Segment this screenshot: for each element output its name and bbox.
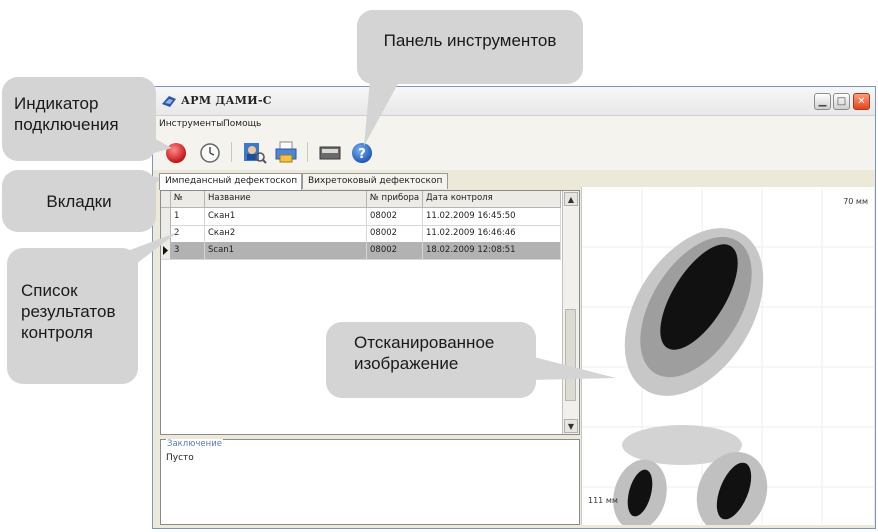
scale-label-bottom: 111 мм [588, 496, 618, 505]
tab-eddy-current-defectoscope[interactable]: Вихретоковый дефектоскоп [302, 173, 448, 189]
callout-toolbar: Панель инструментов [357, 10, 583, 84]
menu-tools[interactable]: Инструменты [159, 119, 223, 129]
table-row-selected[interactable]: 3 Scan1 08002 18.02.2009 12:08:51 [161, 242, 561, 260]
results-table: № Название № прибора Дата контроля 1 Ска… [160, 190, 580, 435]
column-header-date[interactable]: Дата контроля [423, 191, 561, 207]
cell-device: 08002 [367, 242, 423, 259]
column-header-number[interactable]: № [171, 191, 205, 207]
callout-pointer [530, 356, 616, 380]
toolbar: ? [153, 134, 875, 170]
scroll-down-button[interactable]: ▼ [564, 419, 578, 433]
callout-connection-indicator-text: Индикатор подключения [14, 94, 119, 134]
table-row[interactable]: 2 Скан2 08002 11.02.2009 16:46:46 [161, 225, 561, 243]
scanner-icon[interactable] [317, 139, 343, 165]
conclusion-text[interactable]: Пусто [166, 453, 194, 463]
callout-toolbar-text: Панель инструментов [383, 30, 557, 50]
menu-bar: Инструменты Помощь [153, 116, 875, 134]
window-title: АРМ ДАМИ-С [181, 94, 272, 107]
close-icon: ✕ [857, 96, 866, 107]
maximize-icon: □ [836, 96, 847, 107]
scan-image [582, 187, 874, 525]
row-marker [161, 208, 171, 225]
cell-date: 11.02.2009 16:45:50 [423, 208, 561, 225]
callout-results-list-text: Список результатов контроля [21, 281, 116, 342]
chevron-up-icon: ▲ [567, 194, 575, 204]
row-header-corner [161, 191, 171, 207]
cell-device: 08002 [367, 208, 423, 225]
callout-connection-indicator: Индикатор подключения [2, 77, 156, 161]
printer-icon[interactable] [273, 139, 299, 165]
cell-name: Скан1 [205, 208, 367, 225]
toolbar-separator [307, 142, 308, 162]
table-row[interactable]: 1 Скан1 08002 11.02.2009 16:45:50 [161, 208, 561, 226]
column-header-name[interactable]: Название [205, 191, 367, 207]
cell-date: 18.02.2009 12:08:51 [423, 242, 561, 259]
minimize-button[interactable]: ▁ [814, 93, 831, 110]
tab-impedance-defectoscope[interactable]: Импедансный дефектоскоп [159, 173, 302, 190]
cell-date: 11.02.2009 16:46:46 [423, 225, 561, 242]
cell-name: Scan1 [205, 242, 367, 259]
table-header: № Название № прибора Дата контроля [161, 191, 561, 208]
vertical-scrollbar[interactable]: ▲ ▼ [562, 191, 579, 434]
callout-pointer [150, 136, 172, 154]
close-button[interactable]: ✕ [853, 93, 870, 110]
cell-device: 08002 [367, 225, 423, 242]
title-bar[interactable]: АРМ ДАМИ-С ▁ □ ✕ [153, 87, 875, 116]
minimize-icon: ▁ [818, 96, 827, 107]
callout-tabs-text: Вкладки [46, 191, 112, 211]
menu-help[interactable]: Помощь [223, 119, 261, 129]
scroll-up-button[interactable]: ▲ [564, 192, 578, 206]
toolbar-separator [231, 142, 232, 162]
conclusion-label: Заключение [166, 439, 223, 449]
maximize-button[interactable]: □ [833, 93, 850, 110]
cell-name: Скан2 [205, 225, 367, 242]
callout-scanned-image: Отсканированное изображение [326, 322, 536, 398]
callout-scanned-image-text: Отсканированное изображение [354, 333, 495, 373]
callout-pointer [130, 232, 178, 264]
user-search-icon[interactable] [241, 139, 267, 165]
app-window: АРМ ДАМИ-С ▁ □ ✕ Инструменты Помощь ? Им… [152, 86, 876, 529]
column-header-device[interactable]: № прибора [367, 191, 423, 207]
callout-pointer [364, 80, 400, 146]
conclusion-panel: Заключение Пусто [160, 439, 580, 525]
chevron-down-icon: ▼ [567, 421, 575, 431]
callout-tabs: Вкладки [2, 170, 156, 232]
callout-results-list: Список результатов контроля [7, 248, 138, 384]
scanned-image-panel: 70 мм 111 мм [581, 187, 874, 525]
app-logo-icon [162, 96, 176, 107]
clock-icon[interactable] [197, 139, 223, 165]
cell-number: 1 [171, 208, 205, 225]
